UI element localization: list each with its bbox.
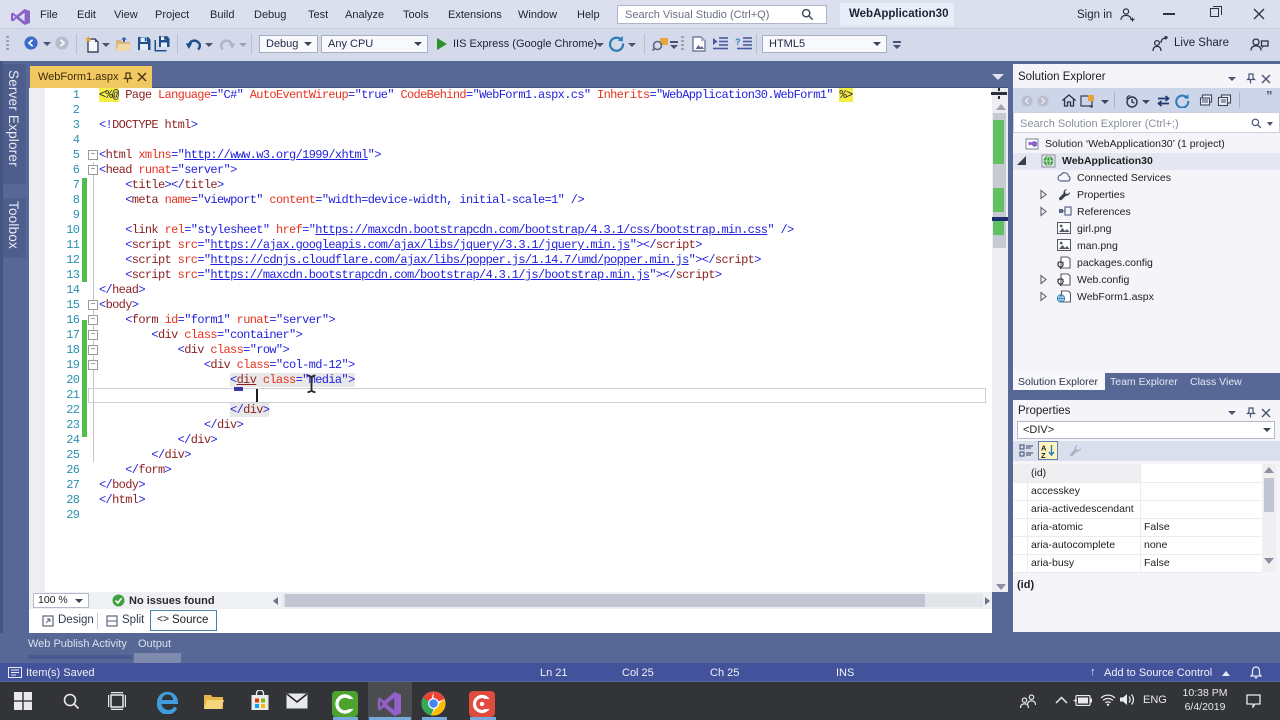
svg-text:?: ?: [735, 37, 741, 47]
svg-text:Z: Z: [1041, 451, 1046, 458]
